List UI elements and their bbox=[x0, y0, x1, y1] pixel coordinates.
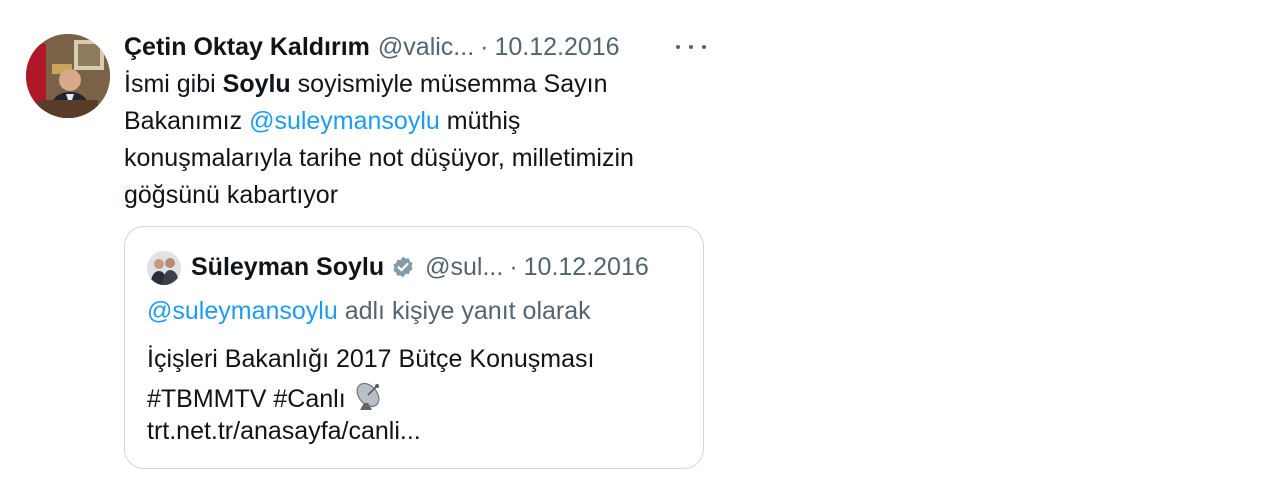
quoted-tweet-header: Süleyman Soylu @sul... · 10.12.2016 bbox=[191, 249, 649, 285]
more-horizontal-icon[interactable] bbox=[676, 36, 706, 58]
author-name[interactable]: Çetin Oktay Kaldırım bbox=[124, 33, 370, 62]
tweet-text-line: göğsünü kabartıyor bbox=[124, 181, 339, 209]
mention-link[interactable]: @suleymansoylu bbox=[249, 107, 440, 135]
tweet[interactable]: Çetin Oktay Kaldırım @valic... · 10.12.2… bbox=[0, 0, 1280, 504]
tweet-text: İsmi gibi Soylu soyismiyle müsemma Sayın… bbox=[124, 66, 724, 214]
author-handle[interactable]: @valic... bbox=[378, 33, 474, 62]
author-avatar[interactable] bbox=[26, 34, 110, 118]
separator-dot: · bbox=[509, 252, 518, 281]
reply-mention-link[interactable]: @suleymansoylu bbox=[147, 297, 338, 325]
tweet-text-line: Bakanımız @suleymansoylu müthiş bbox=[124, 107, 521, 135]
tweet-header: Çetin Oktay Kaldırım @valic... · 10.12.2… bbox=[124, 30, 620, 64]
quoted-link[interactable]: trt.net.tr/anasayfa/canli... bbox=[147, 417, 421, 446]
quoted-tweet-date[interactable]: 10.12.2016 bbox=[524, 253, 649, 282]
verified-badge-icon bbox=[391, 255, 415, 279]
quoted-text-line: İçişleri Bakanlığı 2017 Bütçe Konuşması bbox=[147, 345, 595, 373]
satellite-dish-icon bbox=[354, 381, 384, 418]
tweet-date[interactable]: 10.12.2016 bbox=[494, 33, 619, 62]
quoted-author-handle[interactable]: @sul... bbox=[425, 253, 503, 282]
tweet-text-line: konuşmalarıyla tarihe not düşüyor, mille… bbox=[124, 144, 634, 172]
quoted-author-name[interactable]: Süleyman Soylu bbox=[191, 253, 384, 282]
quoted-text-line: #TBMMTV #Canlı bbox=[147, 381, 384, 418]
quoted-author-avatar[interactable] bbox=[147, 251, 181, 285]
replying-to: @suleymansoylu adlı kişiye yanıt olarak bbox=[147, 297, 591, 325]
tweet-text-line: İsmi gibi Soylu soyismiyle müsemma Sayın bbox=[124, 70, 608, 98]
quoted-tweet[interactable]: Süleyman Soylu @sul... · 10.12.2016 @sul… bbox=[124, 226, 704, 469]
separator-dot: · bbox=[480, 32, 489, 61]
